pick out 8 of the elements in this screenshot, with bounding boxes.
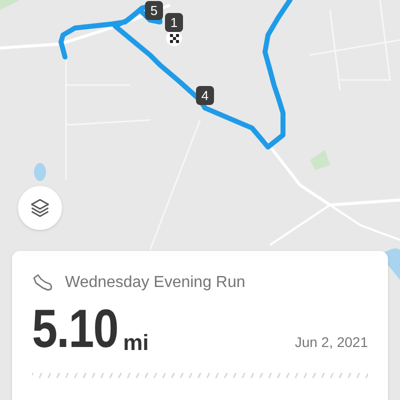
activity-title: Wednesday Evening Run [65, 273, 246, 293]
distance-value: 5.10 [32, 303, 118, 355]
route-marker[interactable]: 4 [196, 86, 214, 105]
route-marker[interactable]: 1 [165, 13, 183, 32]
activity-date: Jun 2, 2021 [294, 333, 368, 352]
distance-unit: mi [123, 331, 149, 355]
layers-icon [29, 197, 51, 219]
route-marker[interactable]: 5 [145, 1, 163, 20]
